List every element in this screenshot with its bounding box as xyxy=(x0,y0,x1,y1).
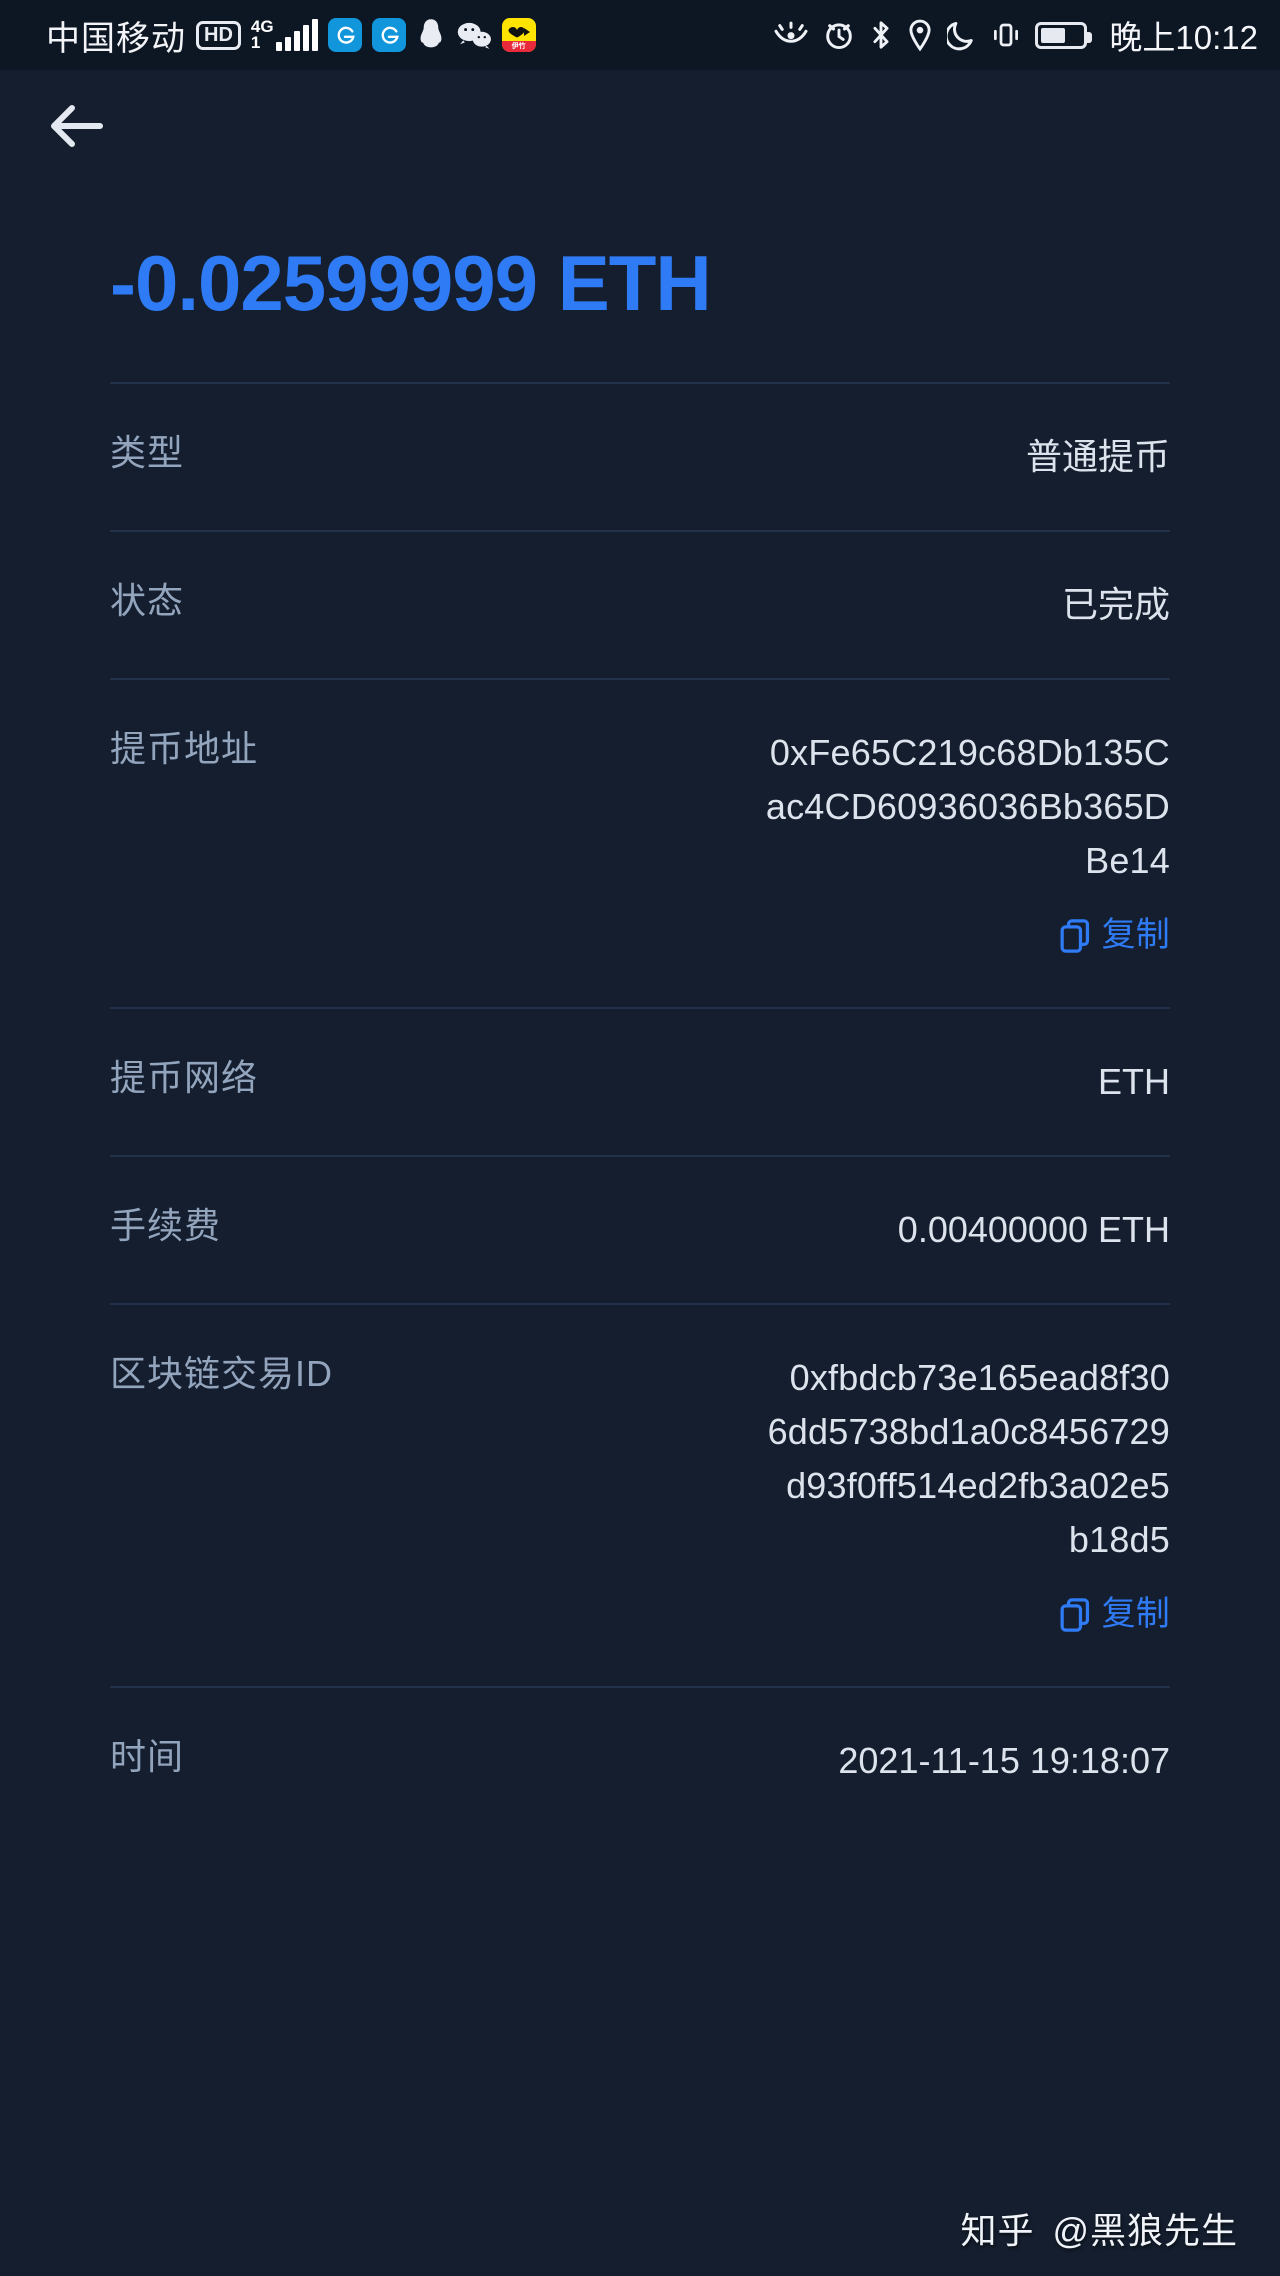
detail-value-line: 0xfbdcb73e165ead8f30 xyxy=(373,1351,1170,1405)
back-arrow-icon xyxy=(48,102,108,150)
app-icon-yellow-tag: 伊竹 xyxy=(502,41,536,52)
app-icon-blue-e-2 xyxy=(372,18,406,52)
detail-value: 已完成 xyxy=(184,578,1170,632)
transaction-details-list: 类型 普通提币 状态 已完成 提币地址 0xFe65C219c68Db135C … xyxy=(0,382,1280,1834)
detail-label: 提币地址 xyxy=(110,726,258,771)
detail-value: 0.00400000 ETH xyxy=(221,1203,1170,1257)
detail-value-line: 普通提币 xyxy=(224,430,1170,484)
detail-value-line: b18d5 xyxy=(373,1513,1170,1567)
detail-label: 手续费 xyxy=(110,1203,221,1248)
alarm-clock-icon xyxy=(823,19,855,51)
do-not-disturb-moon-icon xyxy=(947,19,977,51)
detail-row-txid: 区块链交易ID 0xfbdcb73e165ead8f30 6dd5738bd1a… xyxy=(110,1303,1170,1686)
detail-value-line: Be14 xyxy=(298,834,1170,888)
transaction-amount: -0.02599999 ETH xyxy=(0,182,1280,382)
detail-row-network: 提币网络 ETH xyxy=(110,1007,1170,1155)
detail-value-line: d93f0ff514ed2fb3a02e5 xyxy=(373,1459,1170,1513)
status-bar: 中国移动 HD 4G 1 xyxy=(0,0,1280,70)
detail-value-line: 已完成 xyxy=(224,578,1170,632)
detail-label: 状态 xyxy=(110,578,184,623)
copy-label: 复制 xyxy=(1102,1589,1170,1640)
detail-row-type: 类型 普通提币 xyxy=(110,382,1170,530)
detail-value-line: 2021-11-15 19:18:07 xyxy=(224,1734,1170,1788)
watermark: 知乎 @黑狼先生 xyxy=(960,2202,1238,2254)
battery-icon xyxy=(1035,22,1087,49)
detail-value-line: ETH xyxy=(298,1055,1170,1109)
qq-icon xyxy=(416,18,446,52)
eye-protection-icon xyxy=(773,20,809,50)
wechat-icon xyxy=(456,20,492,50)
detail-row-fee: 手续费 0.00400000 ETH xyxy=(110,1155,1170,1303)
app-icon-yellow: 伊竹 xyxy=(502,18,536,52)
copy-address-button[interactable]: 复制 xyxy=(298,910,1170,961)
copy-txid-button[interactable]: 复制 xyxy=(373,1589,1170,1640)
detail-label: 类型 xyxy=(110,430,184,475)
detail-value-line: 0xFe65C219c68Db135C xyxy=(298,726,1170,780)
app-screen: 中国移动 HD 4G 1 xyxy=(0,0,1280,2276)
detail-label: 提币网络 xyxy=(110,1055,258,1100)
status-bar-right: 晚上10:12 xyxy=(773,11,1258,59)
status-bar-left: 中国移动 HD 4G 1 xyxy=(46,11,536,60)
vibrate-icon xyxy=(991,20,1021,50)
detail-row-withdraw-address: 提币地址 0xFe65C219c68Db135C ac4CD60936036Bb… xyxy=(110,678,1170,1007)
bluetooth-icon xyxy=(869,18,893,52)
copy-label: 复制 xyxy=(1102,910,1170,961)
carrier-label: 中国移动 xyxy=(46,11,186,60)
detail-row-status: 状态 已完成 xyxy=(110,530,1170,678)
detail-value: 2021-11-15 19:18:07 xyxy=(184,1734,1170,1788)
navigation-bar xyxy=(0,70,1280,182)
detail-value: 普通提币 xyxy=(184,430,1170,484)
detail-row-time: 时间 2021-11-15 19:18:07 xyxy=(110,1686,1170,1834)
detail-value: ETH xyxy=(258,1055,1170,1109)
signal-strength-bars xyxy=(276,21,318,51)
hd-badge-icon: HD xyxy=(196,21,241,50)
location-pin-icon xyxy=(907,18,933,52)
network-type-sub: 1 xyxy=(251,35,274,51)
status-bar-clock: 晚上10:12 xyxy=(1109,11,1258,59)
detail-label: 区块链交易ID xyxy=(110,1351,333,1396)
watermark-platform: 知乎 xyxy=(960,2202,1034,2254)
signal-bars-icon: 4G 1 xyxy=(251,19,318,51)
detail-value-line: 6dd5738bd1a0c8456729 xyxy=(373,1405,1170,1459)
copy-icon xyxy=(1060,1598,1090,1632)
detail-value: 0xFe65C219c68Db135C ac4CD60936036Bb365D … xyxy=(258,726,1170,961)
copy-icon xyxy=(1060,919,1090,953)
back-button[interactable] xyxy=(40,88,116,164)
network-type-label: 4G 1 xyxy=(251,19,274,51)
detail-value-line: ac4CD60936036Bb365D xyxy=(298,780,1170,834)
detail-value-line: 0.00400000 ETH xyxy=(261,1203,1170,1257)
detail-label: 时间 xyxy=(110,1734,184,1779)
app-icon-blue-e-1 xyxy=(328,18,362,52)
watermark-handle: @黑狼先生 xyxy=(1052,2202,1238,2254)
detail-value: 0xfbdcb73e165ead8f30 6dd5738bd1a0c845672… xyxy=(333,1351,1170,1640)
